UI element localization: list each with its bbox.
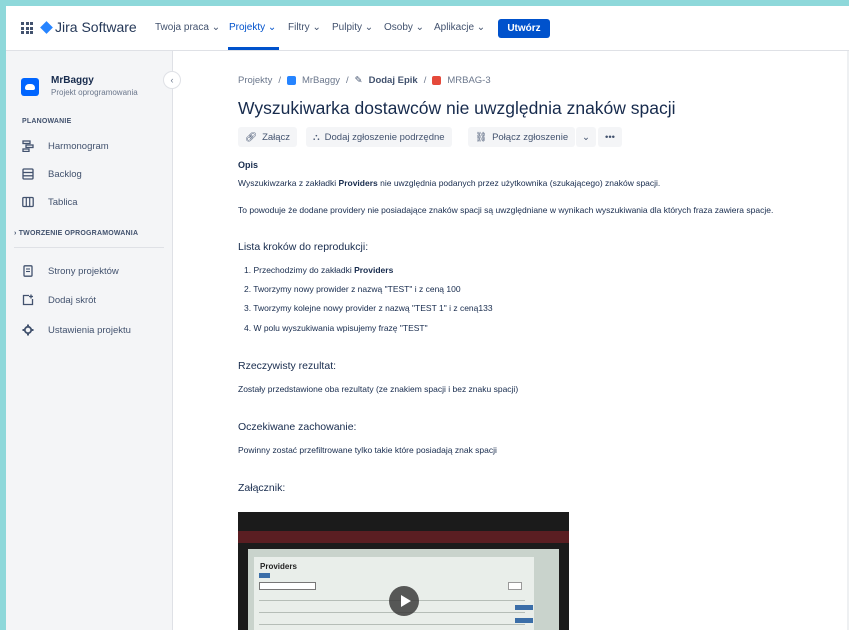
dev-section-label: TWORZENIE OPROGRAMOWANIA bbox=[18, 230, 139, 237]
sidebar-item-label: Harmonogram bbox=[48, 140, 109, 152]
description-text: Wyszukiwzarka z zakładki bbox=[238, 178, 339, 188]
sidebar-item-project-settings[interactable]: Ustawienia projektu bbox=[22, 321, 131, 339]
bug-icon bbox=[432, 76, 442, 85]
dev-section-title[interactable]: › TWORZENIE OPROGRAMOWANIA bbox=[14, 230, 138, 237]
sidebar-item-label: Ustawienia projektu bbox=[48, 324, 131, 336]
sidebar-item-add-shortcut[interactable]: Dodaj skrót bbox=[22, 291, 96, 309]
nav-people[interactable]: Osoby ⌄ bbox=[384, 22, 424, 33]
step-item: 3. Tworzymy kolejne nowy provider z nazw… bbox=[244, 303, 493, 313]
video-attachment[interactable]: Providers bbox=[238, 512, 569, 630]
link-icon: ⛓ bbox=[475, 131, 488, 143]
sidebar-item-label: Dodaj skrót bbox=[48, 294, 97, 306]
video-table-row bbox=[259, 624, 525, 625]
nav-your-work[interactable]: Twoja praca ⌄ bbox=[155, 22, 220, 33]
pages-icon bbox=[22, 265, 34, 277]
description-line: To powoduje że dodane providery nie posi… bbox=[238, 205, 774, 215]
step-item: 2. Tworzymy nowy prowider z nazwą "TEST"… bbox=[244, 284, 461, 294]
step-text: 1. Przechodzimy do zakładki bbox=[244, 265, 355, 275]
add-child-issue-button[interactable]: ⛬ Dodaj zgłoszenie podrzędne bbox=[306, 127, 452, 147]
sidebar-item-board[interactable]: Tablica bbox=[22, 193, 78, 211]
step-bold: Providers bbox=[354, 265, 394, 275]
link-dropdown-button[interactable]: ⌄ bbox=[576, 127, 596, 147]
video-row-button bbox=[515, 618, 533, 623]
top-navigation: Jira Software Twoja praca ⌄ Projekty ⌄ F… bbox=[6, 6, 849, 51]
create-button[interactable]: Utwórz bbox=[498, 19, 550, 38]
sidebar-divider bbox=[14, 247, 164, 248]
issue-view: Projekty / MrBaggy / ✎ Dodaj Epik / MRBA… bbox=[172, 51, 849, 630]
paperclip-icon: 🔗︎ bbox=[245, 131, 258, 143]
project-avatar-icon bbox=[286, 76, 296, 85]
nav-apps[interactable]: Aplikacje ⌄ bbox=[434, 22, 485, 33]
epic-icon: ✎ bbox=[354, 75, 363, 86]
expected-behavior-text: Powinny zostać przefiltrowane tylko taki… bbox=[238, 445, 497, 455]
project-name[interactable]: MrBaggy bbox=[51, 75, 94, 86]
video-app-navbar bbox=[238, 531, 569, 543]
video-new-button bbox=[259, 573, 270, 578]
app-switcher-icon[interactable] bbox=[21, 22, 33, 34]
board-icon bbox=[22, 196, 34, 208]
description-label: Opis bbox=[238, 160, 259, 170]
description-text: nie uwzględnia podanych przez użytkownik… bbox=[377, 178, 661, 188]
nav-projects[interactable]: Projekty ⌄ bbox=[229, 22, 276, 33]
sidebar-item-roadmap[interactable]: Harmonogram bbox=[22, 137, 109, 155]
jira-window: Jira Software Twoja praca ⌄ Projekty ⌄ F… bbox=[6, 6, 849, 630]
sidebar-item-label: Backlog bbox=[48, 168, 82, 180]
breadcrumb-project[interactable]: MrBaggy bbox=[302, 75, 340, 86]
step-item: 1. Przechodzimy do zakładki Providers bbox=[244, 265, 393, 275]
attach-label: Załącz bbox=[262, 131, 291, 143]
breadcrumb-projects[interactable]: Projekty bbox=[238, 75, 272, 86]
attach-button[interactable]: 🔗︎ Załącz bbox=[238, 127, 298, 147]
sidebar-item-backlog[interactable]: Backlog bbox=[22, 165, 82, 183]
step-item: 4. W polu wyszukiwania wpisujemy frazę "… bbox=[244, 323, 428, 333]
add-shortcut-icon bbox=[22, 294, 34, 306]
sidebar-item-label: Tablica bbox=[48, 196, 78, 208]
child-issue-icon: ⛬ bbox=[313, 131, 320, 143]
video-row-button bbox=[515, 605, 533, 610]
expected-behavior-heading: Oczekiwane zachowanie: bbox=[238, 421, 357, 433]
gear-icon bbox=[22, 324, 34, 336]
play-icon[interactable] bbox=[389, 586, 419, 616]
planning-section-title: PLANOWANIE bbox=[22, 118, 72, 125]
breadcrumb-issue-key[interactable]: MRBAG-3 bbox=[447, 75, 490, 86]
attachment-heading: Załącznik: bbox=[238, 482, 286, 494]
active-nav-indicator bbox=[228, 47, 279, 50]
video-page-title: Providers bbox=[260, 562, 297, 571]
add-child-issue-label: Dodaj zgłoszenie podrzędne bbox=[324, 131, 445, 143]
breadcrumb-separator: / bbox=[345, 75, 349, 86]
sidebar-item-project-pages[interactable]: Strony projektów bbox=[22, 262, 119, 280]
video-clear-button bbox=[508, 582, 522, 590]
actual-result-text: Zostały przedstawione oba rezultaty (ze … bbox=[238, 384, 519, 394]
breadcrumb: Projekty / MrBaggy / ✎ Dodaj Epik / MRBA… bbox=[238, 75, 491, 86]
chevron-down-icon: ⌄ bbox=[582, 131, 590, 143]
link-issue-label: Połącz zgłoszenie bbox=[492, 131, 569, 143]
more-actions-button[interactable]: ••• bbox=[598, 127, 622, 147]
breadcrumb-separator: / bbox=[278, 75, 281, 86]
steps-heading: Lista kroków do reprodukcji: bbox=[238, 241, 369, 253]
video-search-field bbox=[259, 582, 316, 590]
breadcrumb-epic[interactable]: Dodaj Epik bbox=[369, 75, 418, 86]
project-type: Projekt oprogramowania bbox=[51, 88, 138, 97]
video-table-row bbox=[259, 612, 525, 613]
jira-logo-icon[interactable] bbox=[40, 21, 53, 34]
roadmap-icon bbox=[22, 140, 34, 152]
sidebar: MrBaggy Projekt oprogramowania ‹ PLANOWA… bbox=[6, 51, 181, 630]
logo-text[interactable]: Jira Software bbox=[55, 19, 137, 35]
actual-result-heading: Rzeczywisty rezultat: bbox=[238, 360, 337, 372]
link-issue-button[interactable]: ⛓ Połącz zgłoszenie bbox=[468, 127, 576, 147]
backlog-icon bbox=[22, 168, 34, 180]
description-line: Wyszukiwzarka z zakładki Providers nie u… bbox=[238, 178, 660, 188]
description-bold: Providers bbox=[338, 178, 378, 188]
sidebar-item-label: Strony projektów bbox=[48, 265, 119, 277]
issue-title[interactable]: Wyszukiwarka dostawców nie uwzględnia zn… bbox=[238, 98, 676, 119]
project-avatar-icon bbox=[21, 78, 39, 96]
nav-filters[interactable]: Filtry ⌄ bbox=[288, 22, 321, 33]
breadcrumb-separator: / bbox=[423, 75, 427, 86]
nav-dashboards[interactable]: Pulpity ⌄ bbox=[332, 22, 373, 33]
